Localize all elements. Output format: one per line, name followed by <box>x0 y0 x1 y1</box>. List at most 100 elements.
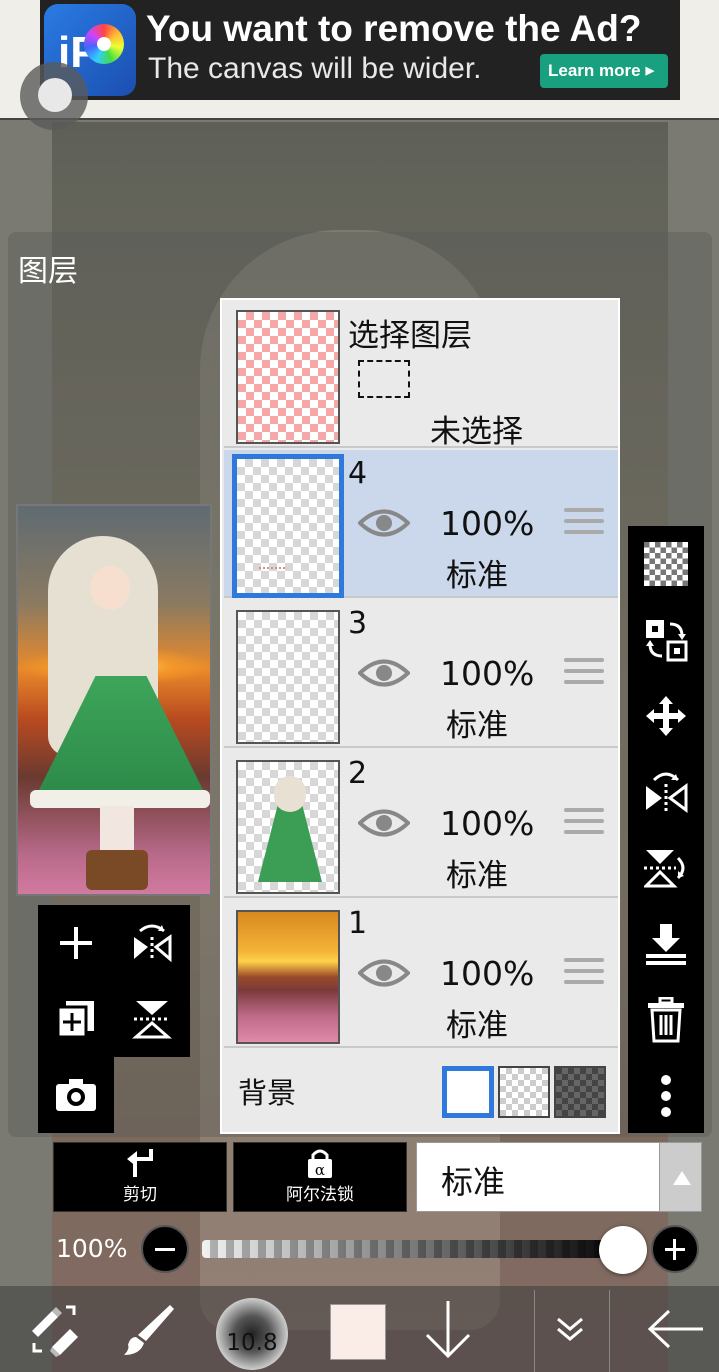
layer-name: 4 <box>348 456 368 491</box>
svg-text:α: α <box>315 1161 325 1179</box>
background-white-swatch[interactable] <box>442 1066 494 1118</box>
drag-handle-icon[interactable] <box>564 958 604 988</box>
duplicate-layer-button[interactable] <box>38 981 114 1057</box>
opacity-slider-knob[interactable] <box>599 1226 647 1274</box>
arrow-down-icon <box>425 1301 471 1359</box>
more-vertical-icon <box>661 1075 671 1117</box>
brush-size-value: 10.8 <box>226 1330 278 1356</box>
floating-viewer-button[interactable] <box>20 62 88 130</box>
layer-blend-mode: 标准 <box>446 858 508 894</box>
blend-mode-select[interactable]: 标准 <box>416 1142 661 1212</box>
transparent-fill-button[interactable] <box>628 526 704 602</box>
layer-name: 1 <box>348 906 368 941</box>
layer-opacity: 100% <box>440 954 535 993</box>
layer-name: 3 <box>348 606 368 641</box>
merge-down-icon <box>646 924 686 965</box>
opacity-increase-button[interactable] <box>651 1225 699 1273</box>
alpha-lock-button[interactable]: α 阿尔法锁 <box>233 1142 407 1212</box>
flip-vertical-button[interactable] <box>114 981 190 1057</box>
swap-layer-button[interactable] <box>628 602 704 678</box>
layer-blend-mode: 标准 <box>446 708 508 744</box>
camera-tool-box <box>38 1057 114 1133</box>
clip-arrow-icon <box>127 1149 153 1177</box>
layer-action-tools <box>38 905 190 1057</box>
checker-icon <box>644 542 688 586</box>
flip-horizontal-side-button[interactable] <box>628 754 704 830</box>
add-layer-button[interactable] <box>38 905 114 981</box>
back-button[interactable] <box>622 1286 719 1372</box>
blend-mode-value: 标准 <box>441 1163 506 1201</box>
layer-1-thumbnail <box>236 910 340 1044</box>
opacity-label: 100% <box>56 1234 128 1263</box>
blend-mode-dropdown-icon[interactable] <box>659 1142 702 1212</box>
selection-layer-state: 未选择 <box>430 414 523 450</box>
layer-row-3[interactable]: 3 100% 标准 <box>224 600 618 748</box>
layer-row-4[interactable]: 4 100% 标准 <box>224 450 618 598</box>
selection-layer-thumbnail <box>236 310 340 444</box>
ad-subtitle: The canvas will be wider. <box>148 52 482 85</box>
ad-title: You want to remove the Ad? <box>146 8 642 49</box>
opacity-decrease-button[interactable] <box>141 1225 189 1273</box>
layer-opacity: 100% <box>440 804 535 843</box>
brush-icon <box>124 1305 174 1355</box>
move-arrows-icon <box>646 696 686 736</box>
flip-vertical-icon <box>132 1001 172 1039</box>
layer-3-thumbnail <box>236 610 340 744</box>
move-layer-button[interactable] <box>628 678 704 754</box>
clipping-button[interactable]: 剪切 <box>53 1142 227 1212</box>
color-swatch-button[interactable] <box>330 1304 386 1360</box>
import-photo-button[interactable] <box>38 1057 114 1133</box>
background-row: 背景 <box>224 1052 618 1132</box>
canvas-preview-thumbnail[interactable] <box>16 504 212 896</box>
visibility-eye-icon[interactable] <box>358 808 410 838</box>
visibility-eye-icon[interactable] <box>358 508 410 538</box>
selection-marquee-icon <box>358 360 410 398</box>
layer-tools-sidebar <box>628 526 704 1133</box>
merge-down-button[interactable] <box>628 906 704 982</box>
layer-panel-title: 图层 <box>18 254 78 289</box>
layer-row-1[interactable]: 1 100% 标准 <box>224 900 618 1048</box>
layer-blend-mode: 标准 <box>446 1008 508 1044</box>
layer-opacity: 100% <box>440 654 535 693</box>
visibility-eye-icon[interactable] <box>358 658 410 688</box>
layer-name: 2 <box>348 756 368 791</box>
drag-handle-icon[interactable] <box>564 658 604 688</box>
trash-icon <box>648 997 684 1043</box>
arrow-left-icon <box>647 1309 703 1349</box>
tool-selection-button[interactable] <box>0 1286 108 1372</box>
visibility-eye-icon[interactable] <box>358 958 410 988</box>
chevron-button-frame <box>534 1290 610 1372</box>
drag-handle-icon[interactable] <box>564 508 604 538</box>
ad-banner[interactable]: iP You want to remove the Ad? The canvas… <box>40 0 680 100</box>
duplicate-layer-icon <box>56 1001 94 1039</box>
ad-learn-more-button[interactable]: Learn more <box>540 54 668 88</box>
pen-eraser-swap-icon <box>32 1305 78 1357</box>
camera-icon <box>56 1079 96 1111</box>
layer-row-2[interactable]: 2 100% 标准 <box>224 750 618 898</box>
layer-blend-mode: 标准 <box>446 558 508 594</box>
lock-icon: α <box>308 1149 332 1179</box>
background-transparent-swatch[interactable] <box>498 1066 550 1118</box>
flip-vertical-side-button[interactable] <box>628 830 704 906</box>
flip-horizontal-icon <box>646 772 688 813</box>
opacity-slider[interactable] <box>202 1240 628 1258</box>
brush-tool-button[interactable] <box>94 1286 202 1372</box>
layer-list: 选择图层 未选择 4 100% 标准 3 100% 标准 2 100% 标准 1… <box>220 298 620 1134</box>
delete-layer-button[interactable] <box>628 982 704 1058</box>
flip-horizontal-button[interactable] <box>114 905 190 981</box>
selection-layer-title: 选择图层 <box>348 318 472 354</box>
layer-opacity: 100% <box>440 504 535 543</box>
drag-handle-icon[interactable] <box>564 808 604 838</box>
selection-layer-row[interactable]: 选择图层 未选择 <box>224 300 618 450</box>
layer-2-thumbnail <box>236 760 340 894</box>
brush-size-button[interactable]: 10.8 <box>216 1298 288 1370</box>
more-options-button[interactable] <box>628 1058 704 1134</box>
layer-down-button[interactable] <box>394 1286 502 1372</box>
clipping-label: 剪切 <box>123 1185 157 1205</box>
flip-horizontal-icon <box>134 924 172 963</box>
background-dark-swatch[interactable] <box>554 1066 606 1118</box>
swap-icon <box>646 620 688 662</box>
alpha-lock-label: 阿尔法锁 <box>286 1185 354 1205</box>
flip-vertical-icon <box>644 850 685 888</box>
background-label: 背景 <box>238 1076 297 1110</box>
